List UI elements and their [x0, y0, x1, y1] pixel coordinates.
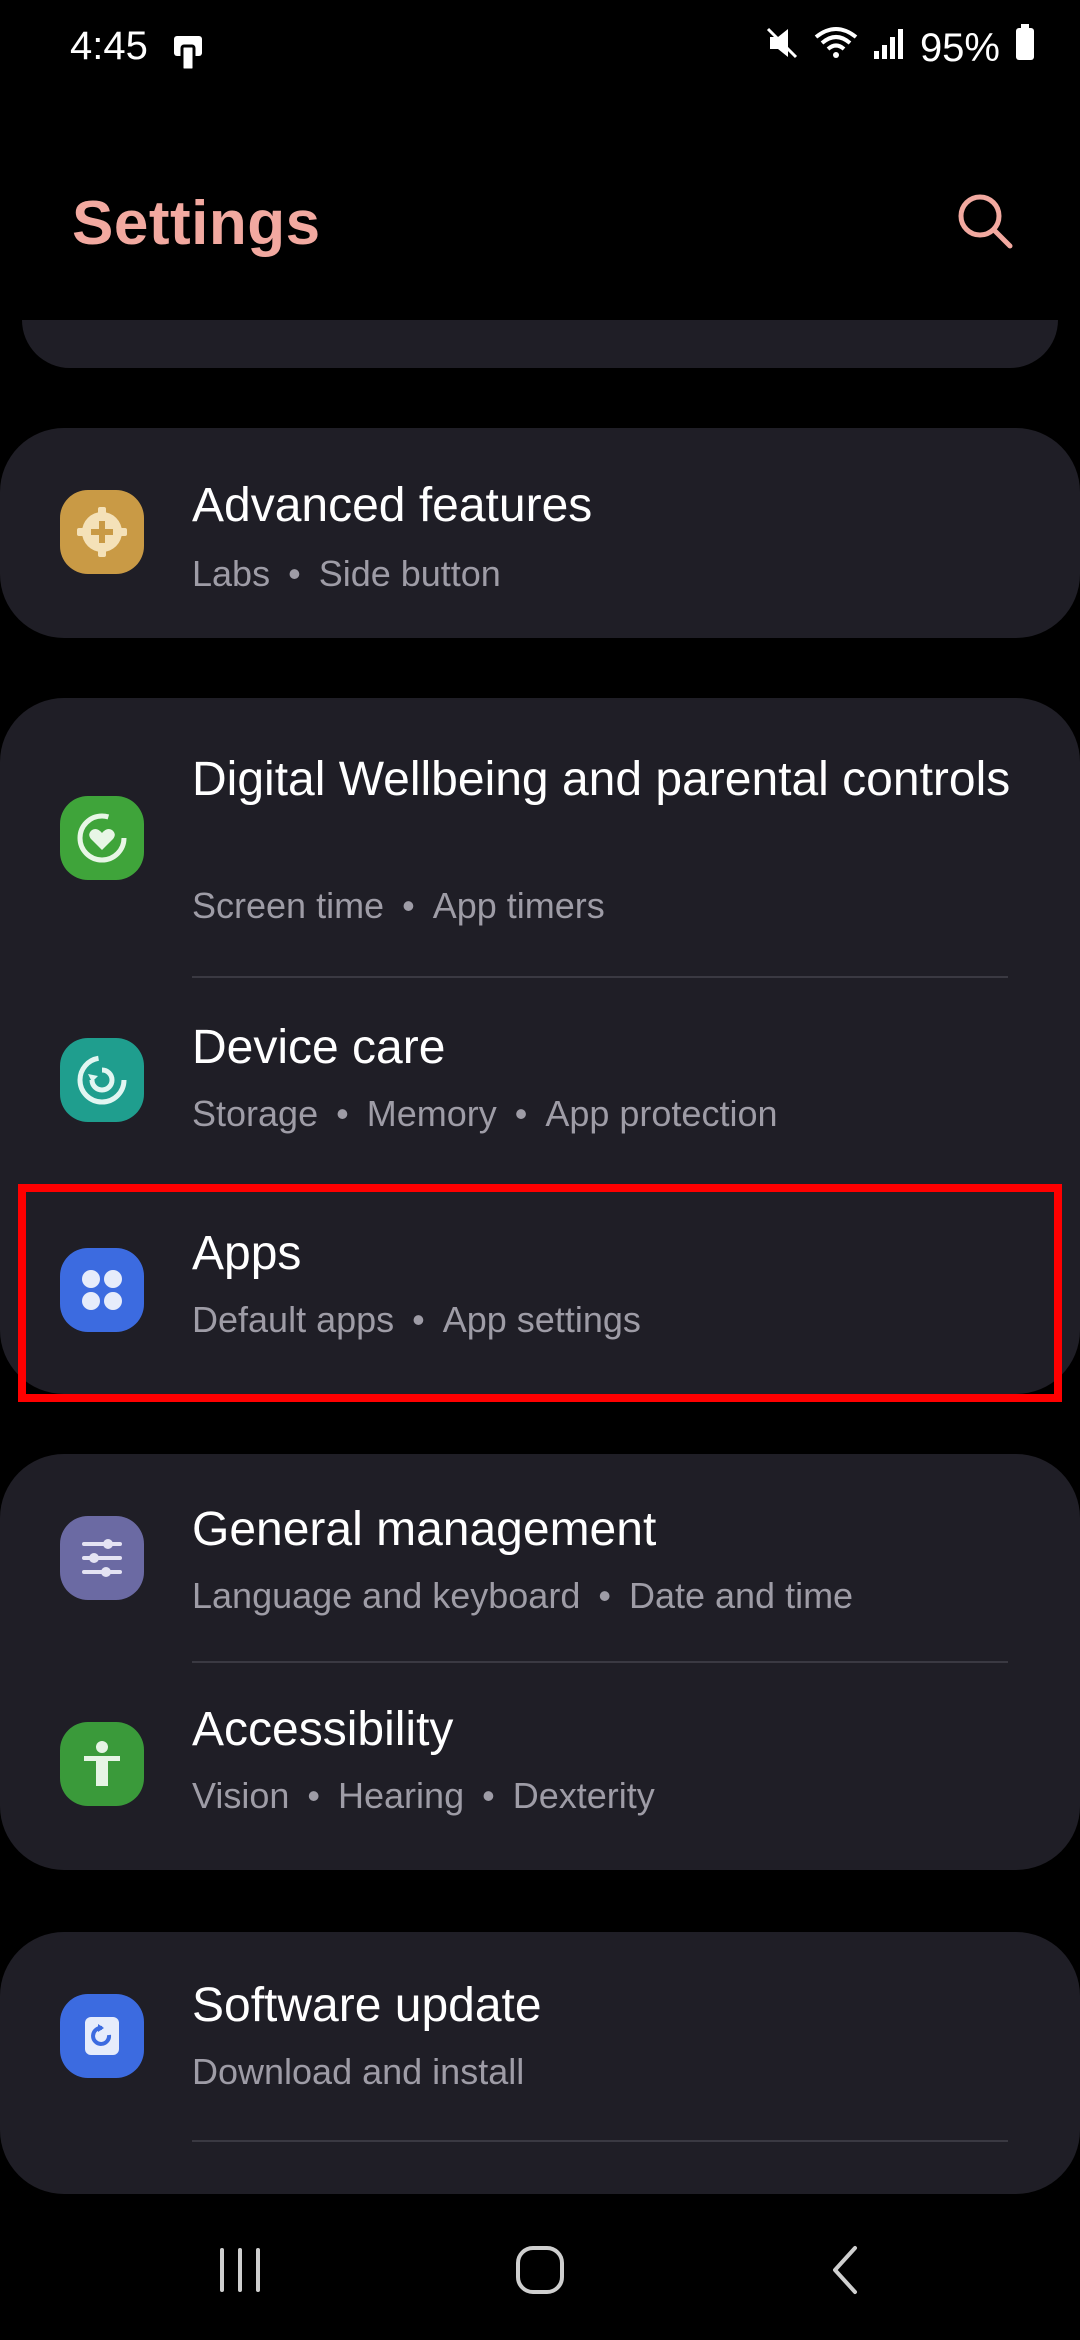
accessibility-person-icon — [60, 1722, 144, 1806]
status-time: 4:45 — [70, 24, 148, 68]
apps-highlight-box — [18, 1184, 1062, 1402]
search-icon — [958, 194, 1013, 249]
home-icon — [516, 2246, 564, 2294]
subtitle-part: Memory — [366, 1093, 497, 1134]
battery-icon — [1014, 24, 1036, 72]
subtitle-part: Language and keyboard — [192, 1575, 581, 1616]
subtitle-part: Hearing — [338, 1775, 465, 1816]
back-icon — [833, 2246, 857, 2294]
divider — [192, 2140, 1008, 2142]
item-title: Software update — [192, 1979, 542, 2032]
item-subtitle: Storage • Memory • App protection — [192, 1090, 777, 1138]
recent-apps-icon — [220, 2248, 260, 2292]
subtitle-part: App protection — [545, 1093, 778, 1134]
wifi-icon — [814, 25, 858, 71]
subtitle-part: Dexterity — [512, 1775, 655, 1816]
item-title: Digital Wellbeing and parental controls — [192, 753, 1011, 806]
back-button[interactable] — [795, 2230, 895, 2310]
gear-plus-icon — [60, 490, 144, 574]
card-advanced: Advanced features Labs • Side button — [0, 428, 1080, 638]
sliders-icon — [60, 1516, 144, 1600]
settings-item-advanced-features[interactable]: Advanced features Labs • Side button — [0, 428, 1080, 638]
card-group-3: General management Language and keyboard… — [0, 1454, 1080, 1870]
subtitle-part: Vision — [192, 1775, 290, 1816]
battery-percent: 95% — [919, 25, 1000, 70]
settings-item-accessibility[interactable]: Accessibility Vision • Hearing • Dexterity — [0, 1662, 1080, 1870]
separator-dot: • — [598, 1575, 611, 1616]
subtitle-part: App timers — [432, 885, 605, 926]
subtitle-part: Side button — [318, 553, 501, 594]
item-title: Accessibility — [192, 1703, 454, 1756]
item-subtitle: Download and install — [192, 2051, 525, 2092]
device-care-icon — [60, 1038, 144, 1122]
separator-dot: • — [482, 1775, 495, 1816]
item-title: General management — [192, 1503, 657, 1556]
card-group-4: Software update Download and install — [0, 1932, 1080, 2194]
separator-dot: • — [307, 1775, 321, 1816]
recent-apps-button[interactable] — [190, 2230, 290, 2310]
item-subtitle: Vision • Hearing • Dexterity — [192, 1772, 655, 1820]
subtitle-part: Storage — [192, 1093, 319, 1134]
previous-card-edge — [22, 320, 1058, 368]
screen-mirror-icon — [168, 34, 208, 77]
page-header: Settings — [0, 170, 1080, 290]
signal-icon — [872, 25, 906, 71]
item-title: Device care — [192, 1021, 446, 1074]
status-bar: 4:45 95% — [0, 0, 1080, 110]
navigation-bar — [0, 2200, 1080, 2340]
separator-dot: • — [288, 553, 301, 594]
settings-item-general-management[interactable]: General management Language and keyboard… — [0, 1454, 1080, 1662]
software-update-icon — [60, 1994, 144, 2078]
item-subtitle: Language and keyboard • Date and time — [192, 1572, 853, 1620]
settings-item-device-care[interactable]: Device care Storage • Memory • App protectio… — [0, 978, 1080, 1184]
subtitle-part: Date and time — [628, 1575, 854, 1616]
subtitle-part: Screen time — [192, 885, 385, 926]
subtitle-part: Labs — [192, 553, 271, 594]
separator-dot: • — [402, 885, 415, 926]
item-subtitle: Labs • Side button — [192, 550, 501, 598]
wellbeing-heart-icon — [60, 796, 144, 880]
home-button[interactable] — [490, 2230, 590, 2310]
item-subtitle: Screen time • App timers — [192, 882, 605, 930]
settings-item-digital-wellbeing[interactable]: Digital Wellbeing and parental controls … — [0, 698, 1080, 978]
status-icons: 95% — [764, 24, 1036, 72]
settings-item-software-update[interactable]: Software update Download and install — [0, 1932, 1080, 2142]
page-title: Settings — [72, 189, 321, 258]
item-title: Advanced features — [192, 479, 593, 532]
mute-icon — [764, 25, 800, 71]
separator-dot: • — [336, 1093, 349, 1134]
separator-dot: • — [514, 1093, 528, 1134]
search-button[interactable] — [950, 186, 1022, 258]
